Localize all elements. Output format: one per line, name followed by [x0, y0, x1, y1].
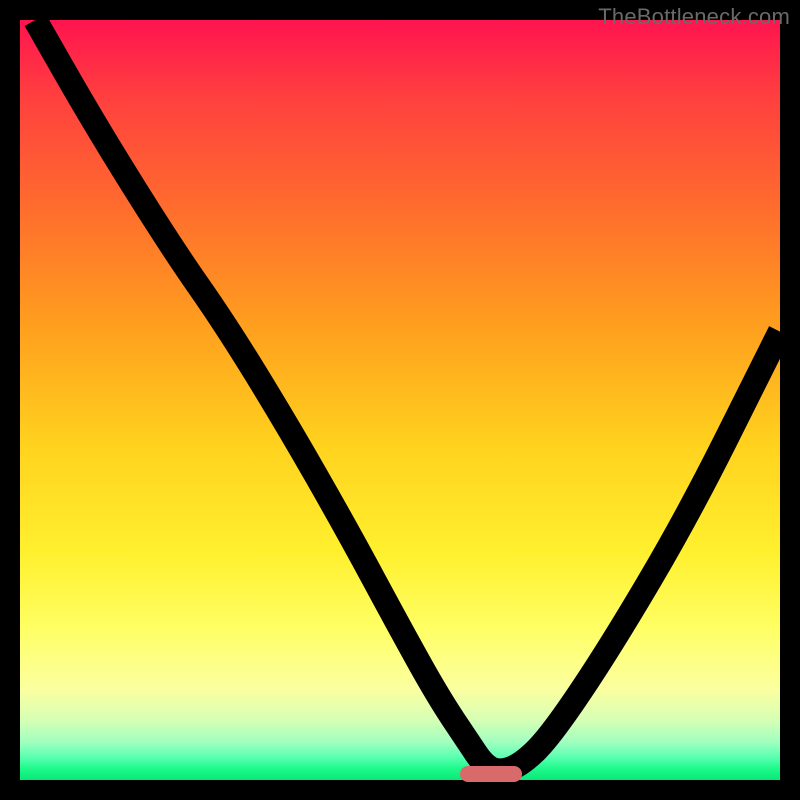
- optimum-marker: [460, 766, 522, 782]
- plot-area: [20, 20, 780, 780]
- curve-svg: [20, 20, 780, 780]
- watermark-text: TheBottleneck.com: [598, 4, 790, 30]
- chart-frame: TheBottleneck.com: [0, 0, 800, 800]
- bottleneck-curve: [35, 20, 780, 771]
